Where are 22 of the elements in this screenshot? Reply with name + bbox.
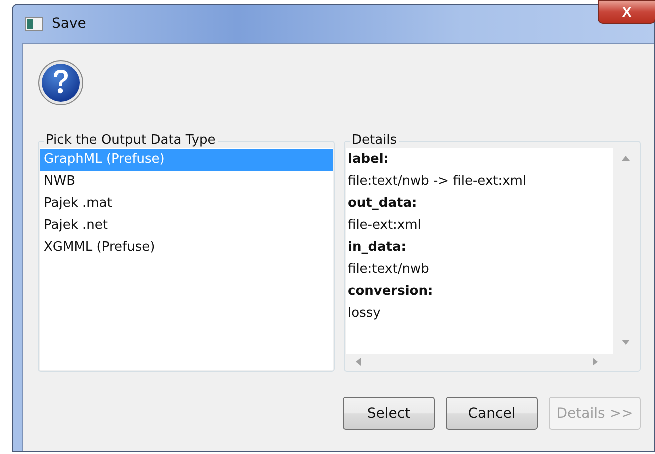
group-legend: Details <box>350 134 400 148</box>
close-button[interactable]: X <box>598 0 655 24</box>
detail-value: file:text/nwb -> file-ext:xml <box>348 173 528 191</box>
list-item[interactable]: Pajek .mat <box>40 193 333 215</box>
detail-value: file:text/nwb <box>348 261 430 279</box>
detail-value: file-ext:xml <box>348 217 422 235</box>
list-item[interactable]: XGMML (Prefuse) <box>40 237 333 259</box>
detail-key: label: <box>348 149 611 171</box>
dialog-button[interactable]: Cancel <box>446 397 538 430</box>
detail-value: lossy <box>348 305 382 323</box>
scroll-left-icon[interactable] <box>354 357 364 367</box>
list-item[interactable]: NWB <box>40 171 333 193</box>
group-legend: Pick the Output Data Type <box>44 134 218 148</box>
detail-key: in_data: <box>348 237 611 259</box>
detail-key: conversion: <box>348 281 611 303</box>
window-icon <box>25 17 43 31</box>
list-item[interactable]: Pajek .net <box>40 215 333 237</box>
question-icon <box>38 60 84 106</box>
detail-key: out_data: <box>348 193 611 215</box>
scroll-up-icon[interactable] <box>621 154 631 164</box>
window-title: Save <box>52 16 86 32</box>
dialog-button[interactable]: Select <box>343 397 435 430</box>
